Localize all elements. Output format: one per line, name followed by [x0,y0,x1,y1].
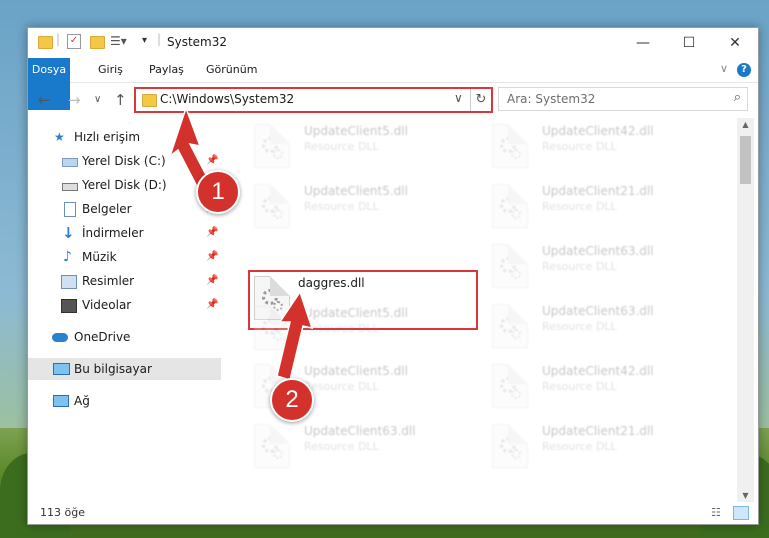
step-2-badge: 2 [270,378,314,422]
annotation-arrows [168,105,314,381]
step-1-badge: 1 [196,170,240,214]
file-explorer-window: | ✓ ☰▾ ▾ | System32 — ☐ ✕ Dosya Giriş Pa… [27,27,759,525]
arrow-to-file [276,290,314,381]
